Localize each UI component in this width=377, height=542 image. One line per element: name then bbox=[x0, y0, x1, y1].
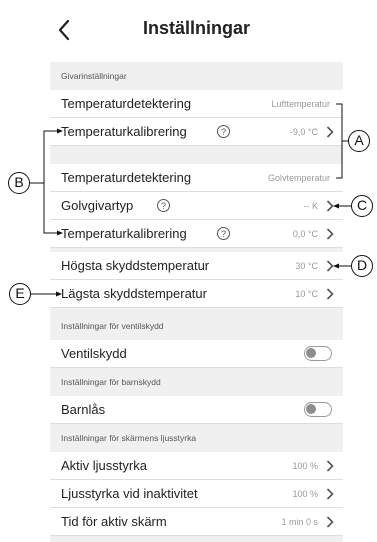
callout-e: E bbox=[9, 283, 31, 305]
callout-c: C bbox=[351, 195, 373, 217]
callout-d: D bbox=[351, 255, 373, 277]
annotation-lines bbox=[30, 103, 351, 297]
callout-a: A bbox=[348, 130, 370, 152]
callout-b: B bbox=[8, 172, 30, 194]
